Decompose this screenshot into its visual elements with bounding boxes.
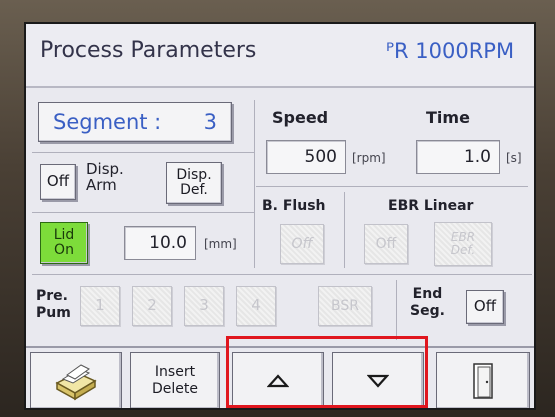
lid-height-unit: [mm] [204,237,237,251]
speed-label: Speed [272,108,329,127]
b-flush-label: B. Flush [262,198,326,214]
exit-door-icon [473,363,493,399]
triangle-up-icon [267,374,289,388]
recipe-folder-icon [55,364,97,401]
disp-def-button[interactable]: Disp. Def. [166,162,222,204]
triangle-down-icon [367,374,389,388]
disp-arm-label: Disp. Arm [86,160,124,194]
segment-value: 3 [203,109,217,134]
touch-screen: Process Parameters ᴾR 1000RPM Segment : … [24,22,536,410]
speed-unit: [rpm] [352,151,386,165]
lid-on-button[interactable]: Lid On [40,222,88,264]
ebr-off-button[interactable]: Off [364,224,408,264]
pre-pump-2-button[interactable]: 2 [132,286,172,326]
time-label: Time [426,108,470,127]
ebr-linear-label: EBR Linear [388,198,474,214]
segment-button[interactable]: Segment : 3 [38,102,232,142]
ebr-def-button[interactable]: EBR Def. [434,222,492,266]
pre-pump-1-button[interactable]: 1 [80,286,120,326]
recipe-folder-button[interactable] [30,352,122,408]
page-title: Process Parameters [40,38,257,63]
scrolling-recipe-text: ᴾR 1000RPM [386,39,515,63]
segment-label: Segment : [53,109,162,134]
pre-pump-3-button[interactable]: 3 [184,286,224,326]
scroll-up-button[interactable] [232,352,324,408]
pre-pump-label: Pre. Pum [36,288,71,321]
bsr-button[interactable]: BSR [318,286,372,326]
insert-delete-button[interactable]: Insert Delete [130,352,220,408]
time-field[interactable]: 1.0 [416,140,500,174]
pre-pump-4-button[interactable]: 4 [236,286,276,326]
end-seg-off-button[interactable]: Off [466,290,504,324]
lid-height-field[interactable]: 10.0 [124,226,196,260]
exit-button[interactable] [436,352,530,408]
time-unit: [s] [506,151,522,165]
speed-field[interactable]: 500 [266,140,346,174]
disp-arm-toggle-button[interactable]: Off [40,164,76,200]
b-flush-off-button[interactable]: Off [280,224,324,264]
end-seg-label: End Seg. [410,286,445,319]
scroll-down-button[interactable] [332,352,424,408]
